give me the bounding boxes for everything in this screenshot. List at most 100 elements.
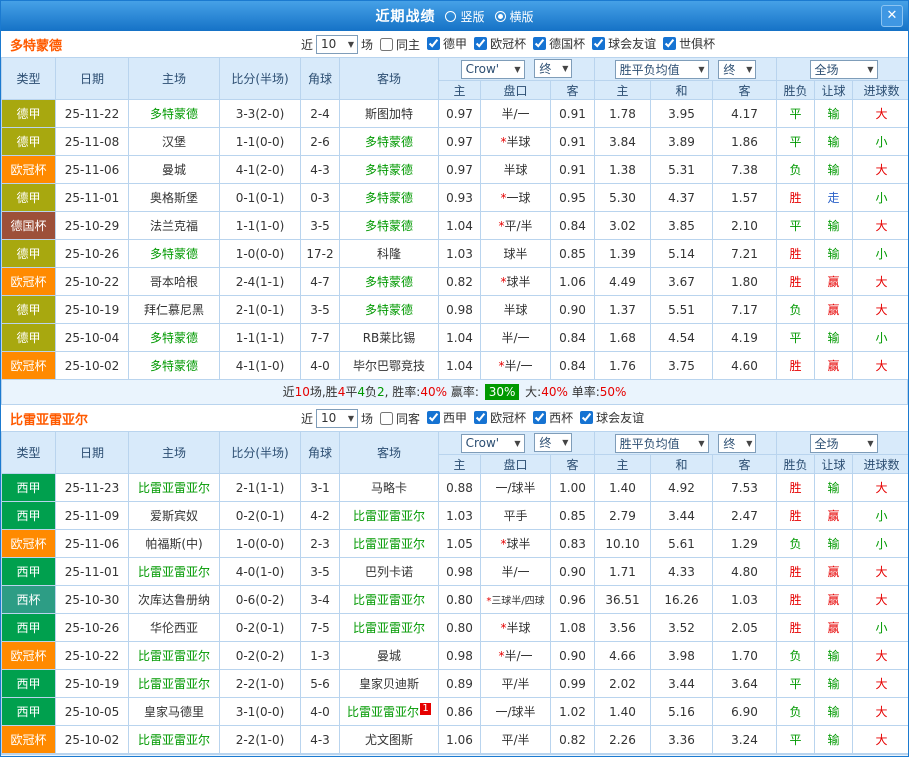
same-venue-checkbox[interactable] [380, 37, 394, 51]
horizontal-layout-label[interactable]: 横版 [510, 8, 534, 25]
col-odds-away: 客 [550, 454, 595, 474]
col-type: 类型 [1, 431, 56, 474]
match-date: 25-10-26 [55, 613, 129, 642]
score: 0-2(0-1) [219, 613, 301, 642]
team-name: 多特蒙德 [364, 135, 413, 149]
avg-type-select[interactable]: 胜平负均值 ▼ [614, 59, 709, 79]
avg-type-select[interactable]: 胜平负均值 ▼ [614, 433, 709, 453]
score: 2-2(1-0) [219, 669, 301, 698]
league-filter[interactable]: 世俱杯 [663, 35, 715, 52]
titlebar: 近期战绩 竖版 横版 ✕ [1, 1, 908, 31]
league-filter[interactable]: 欧冠杯 [474, 409, 526, 426]
home-team: 帕福斯(中) [128, 529, 220, 558]
vertical-layout-label[interactable]: 竖版 [460, 8, 484, 25]
handicap-line: 半/一 [480, 557, 551, 586]
vertical-layout-radio[interactable] [445, 10, 457, 22]
team-name: 多特蒙德 [364, 303, 413, 317]
league-checkbox[interactable] [474, 37, 488, 50]
odds-home: 0.97 [438, 155, 481, 184]
team-name: 多特蒙德 [364, 191, 413, 205]
league-badge: 欧冠杯 [1, 529, 56, 558]
league-checkbox[interactable] [580, 411, 594, 424]
league-checkbox[interactable] [427, 37, 441, 50]
league-checkbox[interactable] [474, 411, 488, 424]
col-corner: 角球 [300, 431, 340, 474]
odds-away: 0.90 [550, 295, 595, 324]
odds-final-select[interactable]: 终 ▼ [534, 433, 573, 453]
result-wdl: 平 [776, 127, 815, 156]
team-name: 法兰克福 [149, 219, 198, 233]
odds-away: 0.82 [550, 725, 595, 754]
avg-home: 2.79 [594, 501, 651, 530]
home-team: 爱斯宾奴 [128, 501, 220, 530]
league-checkbox[interactable] [592, 37, 606, 50]
games-label: 场 [361, 37, 374, 52]
team-name: 马略卡 [370, 481, 407, 495]
avg-draw: 16.26 [650, 585, 713, 614]
avg-final-select[interactable]: 终 ▼ [718, 433, 757, 453]
league-checkbox[interactable] [427, 411, 441, 424]
chevron-down-icon: ▼ [514, 438, 521, 448]
close-button[interactable]: ✕ [881, 5, 903, 27]
result-handicap: 赢 [814, 557, 853, 586]
col-avg-away: 客 [712, 80, 777, 100]
league-checkbox[interactable] [533, 37, 547, 50]
league-checkbox[interactable] [663, 37, 677, 50]
handicap-line: *球半 [480, 529, 551, 558]
odds-away: 0.84 [550, 351, 595, 380]
corner: 4-2 [300, 501, 340, 530]
match-count-select[interactable]: 10 ▼ [316, 408, 359, 428]
league-label: 德甲 [443, 37, 468, 51]
team-name: 比雷亚雷亚尔 [352, 621, 425, 635]
same-venue-checkbox[interactable] [380, 411, 394, 425]
bookmaker-select[interactable]: Crow' ▼ [460, 59, 525, 79]
avg-final-select[interactable]: 终 ▼ [718, 59, 757, 79]
league-filter[interactable]: 西杯 [533, 409, 573, 426]
league-filter[interactable]: 西甲 [427, 409, 467, 426]
home-team: 比雷亚雷亚尔 [128, 641, 220, 670]
score: 4-1(2-0) [219, 155, 301, 184]
league-badge: 欧冠杯 [1, 641, 56, 670]
league-filter[interactable]: 球会友谊 [592, 35, 656, 52]
corner: 2-4 [300, 99, 340, 128]
handicap-line: 半/一 [480, 323, 551, 352]
match-count-select[interactable]: 10 ▼ [316, 34, 359, 54]
odds-home: 1.04 [438, 323, 481, 352]
result-wdl: 胜 [776, 183, 815, 212]
match-date: 25-10-02 [55, 725, 129, 754]
scope-select[interactable]: 全场 ▼ [809, 433, 878, 453]
near-label: 近 [301, 37, 314, 52]
result-handicap: 输 [814, 127, 853, 156]
result-handicap: 走 [814, 183, 853, 212]
team-name: 尤文图斯 [364, 733, 413, 747]
team-name: 比雷亚雷亚尔 [137, 649, 210, 663]
col-away: 客场 [339, 431, 439, 474]
col-result-wdl: 胜负 [776, 80, 815, 100]
league-filter[interactable]: 球会友谊 [580, 409, 644, 426]
score: 0-2(0-1) [219, 501, 301, 530]
league-label: 西杯 [549, 411, 574, 425]
avg-away: 2.47 [712, 501, 777, 530]
odds-home: 1.04 [438, 351, 481, 380]
team-name: 帕福斯(中) [145, 537, 203, 551]
corner: 3-1 [300, 473, 340, 502]
score: 1-1(0-0) [219, 127, 301, 156]
handicap-line: *平/半 [480, 211, 551, 240]
team-name: 比雷亚雷亚尔 [137, 565, 210, 579]
league-checkbox[interactable] [533, 411, 547, 424]
odds-final-select[interactable]: 终 ▼ [534, 59, 573, 79]
league-filter[interactable]: 德甲 [427, 35, 467, 52]
horizontal-layout-radio[interactable] [494, 10, 506, 22]
match-date: 25-10-22 [55, 267, 129, 296]
league-filter[interactable]: 欧冠杯 [474, 35, 526, 52]
result-goals: 大 [852, 99, 908, 128]
league-filter[interactable]: 德国杯 [533, 35, 585, 52]
odds-away: 0.85 [550, 501, 595, 530]
away-gives-marker: * [500, 621, 507, 635]
avg-away: 2.10 [712, 211, 777, 240]
result-goals: 大 [852, 351, 908, 380]
col-avg-away: 客 [712, 454, 777, 474]
scope-select[interactable]: 全场 ▼ [809, 59, 878, 79]
odds-away: 1.06 [550, 267, 595, 296]
bookmaker-select[interactable]: Crow' ▼ [460, 433, 525, 453]
